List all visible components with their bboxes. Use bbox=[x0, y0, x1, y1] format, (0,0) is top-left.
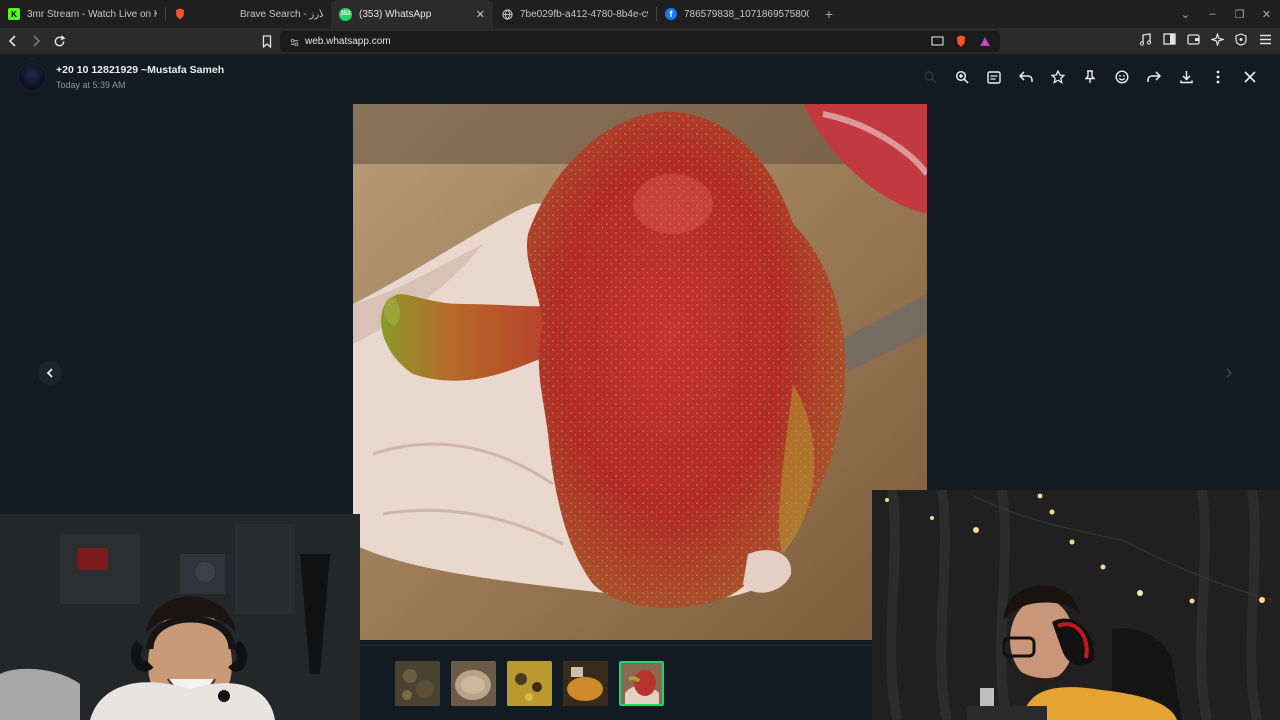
music-icon[interactable] bbox=[1138, 32, 1152, 46]
download-icon[interactable] bbox=[1170, 67, 1202, 87]
tab-title: (353) WhatsApp bbox=[359, 8, 432, 20]
pear-photo[interactable] bbox=[353, 104, 927, 640]
thumbnail[interactable] bbox=[507, 661, 552, 706]
next-media-button[interactable] bbox=[1217, 361, 1241, 385]
whatsapp-icon: 353 bbox=[339, 7, 352, 21]
message-timestamp: Today at 5:39 AM bbox=[56, 80, 126, 90]
kick-icon: K bbox=[8, 8, 20, 20]
url-extensions bbox=[930, 34, 992, 48]
forward-icon[interactable] bbox=[1138, 67, 1170, 87]
facebook-icon: f bbox=[665, 8, 677, 20]
tab-facebook[interactable]: f 786579838_1071869575800512_791 bbox=[657, 0, 817, 28]
vpn-icon[interactable] bbox=[1234, 32, 1248, 46]
screen: K 3mr Stream - Watch Live on Kick Brave … bbox=[0, 0, 1280, 720]
new-tab-button[interactable]: + bbox=[817, 0, 841, 28]
tab-brave[interactable] bbox=[166, 0, 232, 28]
menu-icon[interactable] bbox=[1202, 67, 1234, 87]
reply-icon[interactable] bbox=[1010, 67, 1042, 87]
webcam-overlay-left bbox=[0, 514, 360, 720]
thumbnail-strip bbox=[360, 645, 872, 720]
emoji-icon[interactable] bbox=[1106, 67, 1138, 87]
cast-icon[interactable] bbox=[930, 34, 944, 48]
minimize-icon[interactable]: – bbox=[1199, 0, 1226, 28]
thumbnail[interactable] bbox=[395, 661, 440, 706]
pin-icon[interactable] bbox=[1074, 67, 1106, 87]
thumbnail-selected[interactable] bbox=[619, 661, 664, 706]
back-icon[interactable] bbox=[3, 31, 23, 51]
bookmark-icon[interactable] bbox=[257, 31, 277, 51]
globe-icon bbox=[501, 8, 513, 20]
leo-ai-icon[interactable] bbox=[1210, 32, 1224, 46]
tab-bar: K 3mr Stream - Watch Live on Kick Brave … bbox=[0, 0, 1280, 28]
sender-name: +20 10 12821929 ~Mustafa Sameh bbox=[56, 64, 225, 76]
thumbnail[interactable] bbox=[563, 661, 608, 706]
sender-info[interactable]: +20 10 12821929 ~Mustafa Sameh Today at … bbox=[18, 63, 224, 91]
brave-rewards-icon[interactable] bbox=[978, 34, 992, 48]
hamburger-menu-icon[interactable] bbox=[1258, 32, 1272, 46]
thumbnail[interactable] bbox=[451, 661, 496, 706]
close-icon[interactable] bbox=[1234, 67, 1266, 87]
close-window-icon[interactable]: ✕ bbox=[1253, 0, 1280, 28]
sidebar-icon[interactable] bbox=[1162, 32, 1176, 46]
wallet-icon[interactable] bbox=[1186, 32, 1200, 46]
window-controls: ⌄ – ❐ ✕ bbox=[1172, 0, 1280, 28]
star-icon[interactable] bbox=[1042, 67, 1074, 87]
tab-uuid[interactable]: 7be029fb-a412-4780-8b4e-c9f1d87a bbox=[493, 0, 656, 28]
tab-title: Brave Search - الأرز bbox=[240, 8, 323, 20]
zoom-in-icon[interactable] bbox=[946, 67, 978, 87]
caption-icon[interactable] bbox=[978, 67, 1010, 87]
tab-title: 7be029fb-a412-4780-8b4e-c9f1d87a bbox=[520, 8, 648, 20]
restore-icon[interactable]: ❐ bbox=[1226, 0, 1253, 28]
tab-kick[interactable]: K 3mr Stream - Watch Live on Kick bbox=[0, 0, 165, 28]
tab-title: 3mr Stream - Watch Live on Kick bbox=[27, 8, 157, 20]
url-field[interactable]: web.whatsapp.com bbox=[280, 31, 1000, 52]
brave-icon bbox=[174, 8, 186, 20]
tab-brave-search[interactable]: Brave Search - الأرز bbox=[232, 0, 331, 28]
browser-tools bbox=[1138, 32, 1272, 46]
forward-icon[interactable] bbox=[26, 31, 46, 51]
url-text: web.whatsapp.com bbox=[305, 36, 391, 47]
avatar[interactable] bbox=[18, 63, 46, 91]
search-icon bbox=[914, 67, 946, 87]
brave-shields-icon[interactable] bbox=[954, 34, 968, 48]
tab-whatsapp[interactable]: 353 (353) WhatsApp ✕ bbox=[331, 0, 493, 28]
close-tab-icon[interactable]: ✕ bbox=[476, 8, 485, 21]
site-info-icon[interactable] bbox=[287, 35, 301, 49]
webcam-overlay-right bbox=[872, 490, 1280, 720]
address-bar: web.whatsapp.com bbox=[0, 28, 1280, 55]
previous-media-button[interactable] bbox=[38, 361, 62, 385]
reload-icon[interactable] bbox=[49, 31, 69, 51]
tab-list-icon[interactable]: ⌄ bbox=[1172, 0, 1199, 28]
tab-title: 786579838_1071869575800512_791 bbox=[684, 8, 809, 20]
viewer-toolbar bbox=[914, 67, 1266, 87]
